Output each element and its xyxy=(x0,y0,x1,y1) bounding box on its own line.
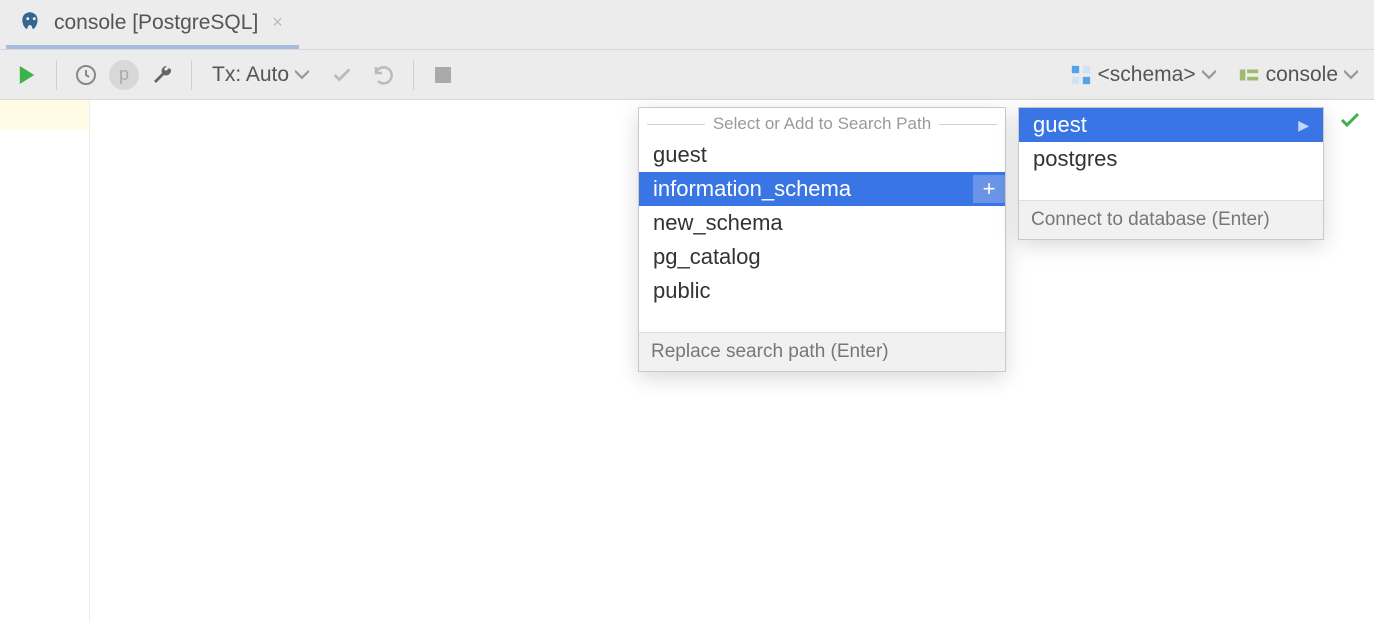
toolbar: p Tx: Auto <schema> con xyxy=(0,50,1374,100)
tab-label: console [PostgreSQL] xyxy=(54,11,258,35)
postgresql-icon xyxy=(18,10,44,36)
toolbar-separator xyxy=(413,60,414,90)
history-icon[interactable] xyxy=(67,56,105,94)
schema-item[interactable]: information_schema + xyxy=(639,172,1005,206)
schema-popup: Select or Add to Search Path guest infor… xyxy=(638,107,1006,372)
database-item-label: guest xyxy=(1033,112,1087,138)
database-item[interactable]: guest ▶ xyxy=(1019,108,1323,142)
stop-button[interactable] xyxy=(424,56,462,94)
toolbar-separator xyxy=(191,60,192,90)
schema-selector[interactable]: <schema> xyxy=(1062,63,1224,87)
popup-footer: Connect to database (Enter) xyxy=(1019,200,1323,239)
tx-mode-label: Tx: Auto xyxy=(212,63,289,87)
schema-item[interactable]: pg_catalog xyxy=(639,240,1005,274)
chevron-down-icon xyxy=(1344,68,1358,82)
wrench-icon[interactable] xyxy=(143,56,181,94)
console-selector[interactable]: console xyxy=(1230,63,1366,87)
commit-button[interactable] xyxy=(323,56,361,94)
analysis-ok-icon xyxy=(1338,108,1362,132)
schema-item[interactable]: new_schema xyxy=(639,206,1005,240)
popup-footer: Replace search path (Enter) xyxy=(639,332,1005,371)
console-icon xyxy=(1238,64,1260,86)
schema-icon xyxy=(1070,64,1092,86)
spacer xyxy=(639,308,1005,332)
close-icon[interactable]: × xyxy=(272,12,283,33)
database-popup: guest ▶ postgres Connect to database (En… xyxy=(1018,107,1324,240)
tab-console[interactable]: console [PostgreSQL] × xyxy=(6,0,299,49)
database-item-label: postgres xyxy=(1033,146,1117,172)
schema-item-label: public xyxy=(653,278,710,304)
rollback-button[interactable] xyxy=(365,56,403,94)
tx-mode-select[interactable]: Tx: Auto xyxy=(202,63,319,87)
schema-item-label: guest xyxy=(653,142,707,168)
gutter xyxy=(0,100,90,622)
chevron-right-icon: ▶ xyxy=(1298,117,1309,134)
explain-plan-button[interactable]: p xyxy=(109,60,139,90)
schema-item-label: information_schema xyxy=(653,176,851,202)
run-button[interactable] xyxy=(8,56,46,94)
schema-list: guest information_schema + new_schema pg… xyxy=(639,138,1005,332)
chevron-down-icon xyxy=(1202,68,1216,82)
tab-bar: console [PostgreSQL] × xyxy=(0,0,1374,50)
schema-item[interactable]: guest xyxy=(639,138,1005,172)
schema-item-label: pg_catalog xyxy=(653,244,761,270)
schema-item[interactable]: public xyxy=(639,274,1005,308)
popup-title: Select or Add to Search Path xyxy=(713,114,931,134)
database-list: guest ▶ postgres xyxy=(1019,108,1323,200)
popup-header: Select or Add to Search Path xyxy=(639,108,1005,138)
database-item[interactable]: postgres xyxy=(1019,142,1323,176)
console-label: console xyxy=(1266,63,1338,87)
toolbar-separator xyxy=(56,60,57,90)
active-line-marker xyxy=(0,100,89,130)
schema-item-label: new_schema xyxy=(653,210,783,236)
spacer xyxy=(1019,176,1323,200)
chevron-down-icon xyxy=(295,68,309,82)
add-icon[interactable]: + xyxy=(973,175,1005,203)
schema-label: <schema> xyxy=(1098,63,1196,87)
